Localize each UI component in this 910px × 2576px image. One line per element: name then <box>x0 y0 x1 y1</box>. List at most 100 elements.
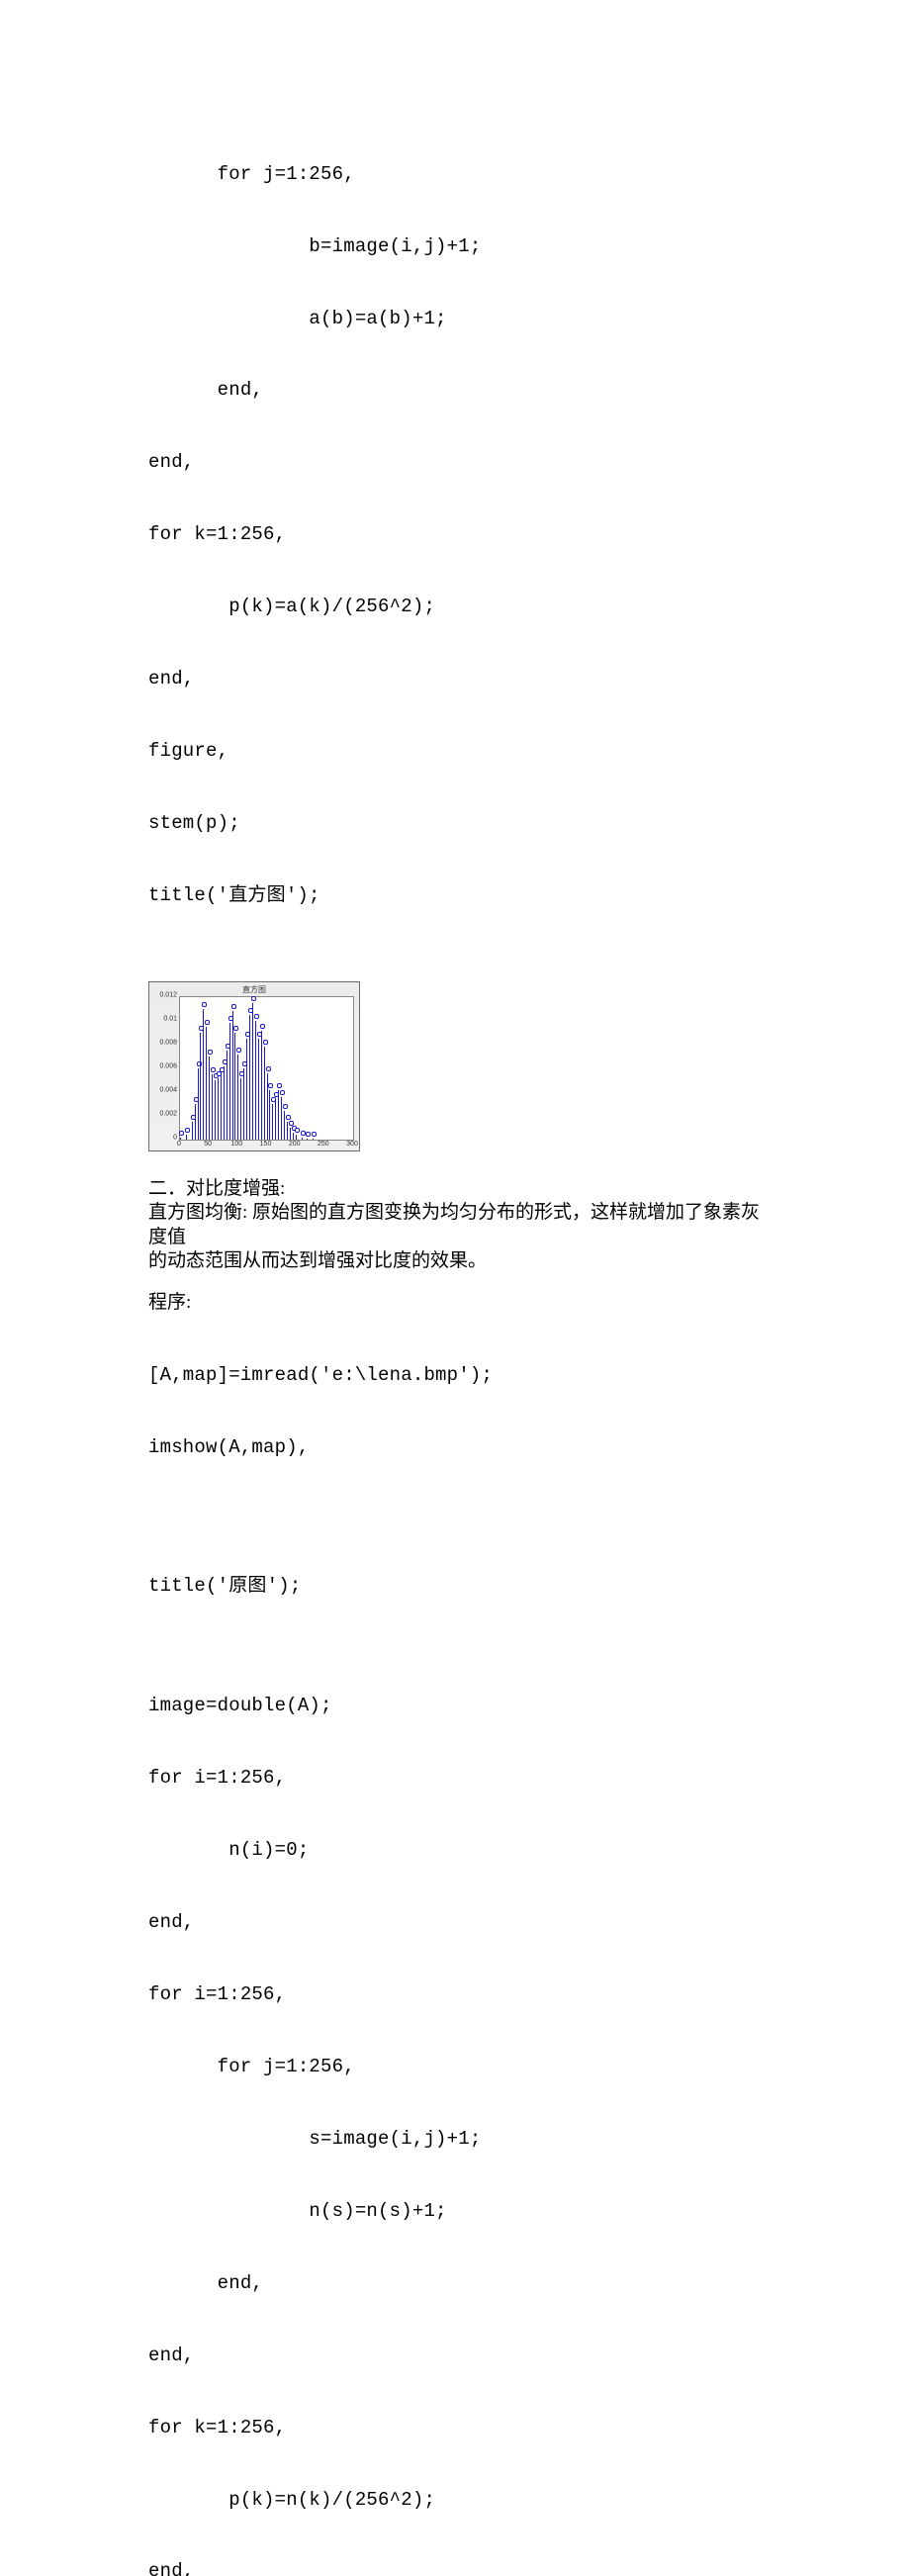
spacer <box>148 1508 762 1525</box>
stem-marker <box>283 1104 288 1109</box>
stem-marker <box>233 1026 238 1031</box>
y-axis-ticks: 00.0020.0040.0060.0080.010.012 <box>151 996 177 1139</box>
program-label: 程序: <box>148 1291 762 1315</box>
code-text-cn: 原图 <box>228 1575 266 1596</box>
code-block-2: [A,map]=imread('e:\lena.bmp'); imshow(A,… <box>148 1316 762 1509</box>
stem <box>215 1080 216 1140</box>
stem-marker <box>202 1002 207 1007</box>
code-line: for j=1:256, <box>148 162 762 186</box>
spacer <box>148 1273 762 1291</box>
stem <box>278 1090 279 1140</box>
code-line: for j=1:256, <box>148 2055 762 2078</box>
code-text-cn: 直方图 <box>228 884 286 905</box>
histogram-stems <box>180 997 353 1140</box>
stem <box>243 1068 244 1140</box>
stem <box>296 1135 297 1140</box>
stem <box>232 1011 233 1140</box>
stem-marker <box>205 1020 210 1025</box>
stem-marker <box>286 1115 291 1120</box>
stem <box>313 1139 314 1140</box>
stem <box>224 1066 225 1140</box>
stem-marker <box>211 1067 216 1072</box>
stem-marker <box>301 1131 306 1136</box>
stem-marker <box>236 1048 241 1053</box>
stem-marker <box>268 1083 273 1088</box>
stem <box>234 1033 235 1140</box>
section-heading: 二．对比度增强: <box>148 1177 762 1201</box>
stem <box>307 1139 308 1140</box>
code-block-2-title: title('原图'); <box>148 1525 762 1646</box>
stem-marker <box>312 1132 317 1137</box>
code-line: end, <box>148 450 762 474</box>
stem <box>293 1133 294 1140</box>
stem-marker <box>280 1090 285 1095</box>
x-tick-label: 100 <box>230 1141 242 1150</box>
stem <box>249 1015 250 1140</box>
code-line: n(i)=0; <box>148 1838 762 1862</box>
stem <box>281 1097 282 1140</box>
stem <box>229 1023 230 1140</box>
stem <box>180 1138 181 1140</box>
x-tick-label: 0 <box>177 1141 181 1150</box>
plot-area <box>179 996 354 1141</box>
code-line: for k=1:256, <box>148 522 762 546</box>
y-tick-label: 0.008 <box>159 1039 177 1048</box>
stem <box>200 1033 201 1140</box>
code-line-title: title('原图'); <box>148 1574 762 1598</box>
stem <box>284 1111 285 1140</box>
code-line: s=image(i,j)+1; <box>148 2127 762 2151</box>
stem <box>195 1104 196 1140</box>
stem-marker <box>277 1083 282 1088</box>
stem <box>186 1135 187 1140</box>
stem-marker <box>179 1131 184 1136</box>
code-line: end, <box>148 2344 762 2367</box>
code-line: for i=1:256, <box>148 1766 762 1790</box>
code-line: imshow(A,map), <box>148 1435 762 1459</box>
stem <box>209 1057 210 1140</box>
stem <box>267 1073 268 1140</box>
stem-marker <box>251 996 256 1001</box>
code-line: [A,map]=imread('e:\lena.bmp'); <box>148 1363 762 1387</box>
y-tick-label: 0.006 <box>159 1062 177 1071</box>
stem <box>261 1031 262 1140</box>
stem <box>290 1128 291 1140</box>
document-page: for j=1:256, b=image(i,j)+1; a(b)=a(b)+1… <box>0 0 910 2576</box>
y-tick-label: 0.01 <box>163 1015 177 1024</box>
stem <box>237 1055 238 1140</box>
code-line: for k=1:256, <box>148 2416 762 2439</box>
stem <box>258 1039 259 1140</box>
stem <box>302 1138 303 1140</box>
code-line: a(b)=a(b)+1; <box>148 307 762 330</box>
code-line: end, <box>148 2559 762 2576</box>
code-line: image=double(A); <box>148 1694 762 1717</box>
stem <box>240 1078 241 1140</box>
section-paragraph-line: 直方图均衡: 原始图的直方图变换为均匀分布的形式，这样就增加了象素灰度值 <box>148 1201 762 1249</box>
stem <box>264 1047 265 1140</box>
histogram-chart: 直方图 00.0020.0040.0060.0080.010.012 05010… <box>148 981 360 1151</box>
stem-marker <box>306 1132 311 1137</box>
x-tick-label: 300 <box>346 1141 358 1150</box>
stem <box>203 1009 204 1140</box>
stem <box>246 1039 247 1140</box>
stem <box>198 1068 199 1140</box>
stem-marker <box>266 1066 271 1071</box>
stem <box>287 1122 288 1140</box>
stem-marker <box>263 1040 268 1045</box>
code-block-3: image=double(A); for i=1:256, n(i)=0; en… <box>148 1646 762 2576</box>
code-line-title: title('直方图'); <box>148 883 762 907</box>
stem <box>269 1090 270 1140</box>
code-text: title(' <box>148 1575 228 1597</box>
stem-marker <box>260 1024 265 1029</box>
y-tick-label: 0.002 <box>159 1110 177 1119</box>
code-line: n(s)=n(s)+1; <box>148 2199 762 2223</box>
stem-marker <box>254 1014 259 1019</box>
stem <box>252 1003 253 1140</box>
x-tick-label: 50 <box>204 1141 212 1150</box>
code-line: figure, <box>148 739 762 763</box>
code-line: p(k)=n(k)/(256^2); <box>148 2488 762 2512</box>
x-tick-label: 250 <box>318 1141 329 1150</box>
x-tick-label: 150 <box>260 1141 272 1150</box>
stem <box>275 1099 276 1140</box>
code-line: stem(p); <box>148 811 762 835</box>
stem <box>206 1027 207 1140</box>
